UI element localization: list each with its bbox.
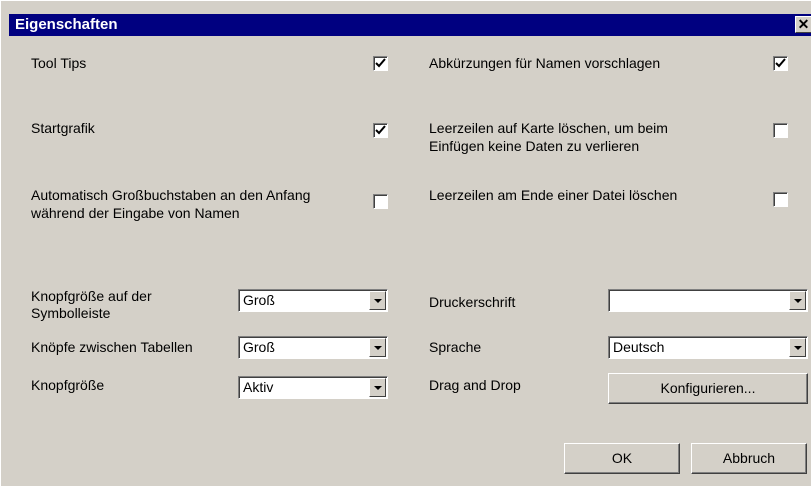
tool-tips-checkbox[interactable] — [373, 56, 388, 71]
knopfgroesse-symbolleiste-label-line1: Knopfgröße auf der — [31, 288, 152, 304]
leerzeilen-karte-label-line2: Einfügen keine Daten zu verlieren — [429, 138, 640, 154]
abbrev-checkbox[interactable] — [773, 56, 788, 71]
knopfgroesse-label: Knopfgröße — [31, 377, 105, 393]
abbrev-label: Abkürzungen für Namen vorschlagen — [429, 55, 661, 71]
druckerschrift-select[interactable] — [608, 289, 808, 312]
select-value: Deutsch — [613, 339, 665, 355]
close-button[interactable]: ✕ — [795, 16, 811, 33]
auto-caps-label-line2: während der Eingabe von Namen — [31, 205, 240, 221]
konfigurieren-label: Konfigurieren... — [660, 380, 756, 396]
sprache-label: Sprache — [429, 339, 482, 355]
title-bar: Eigenschaften ✕ — [9, 14, 811, 36]
sprache-select[interactable]: Deutsch — [608, 336, 808, 359]
leerzeilen-karte-checkbox[interactable] — [773, 123, 788, 138]
checkmark-icon — [775, 58, 786, 68]
drag-drop-label: Drag and Drop — [429, 377, 521, 393]
knopfgroesse-symbolleiste-label-line2: Symbolleiste — [31, 305, 111, 321]
cancel-button[interactable]: Abbruch — [691, 443, 807, 474]
checkmark-icon — [375, 58, 386, 68]
close-icon: ✕ — [797, 16, 810, 32]
select-value: Aktiv — [243, 379, 274, 395]
startgrafik-checkbox[interactable] — [373, 123, 388, 138]
auto-caps-checkbox[interactable] — [373, 194, 388, 209]
leerzeilen-karte-label-line1: Leerzeilen auf Karte löschen, um beim — [429, 120, 668, 136]
knoepfe-tabellen-label: Knöpfe zwischen Tabellen — [31, 339, 193, 355]
knoepfe-tabellen-select[interactable]: Groß — [238, 336, 388, 359]
tool-tips-label: Tool Tips — [31, 55, 87, 71]
dialog-title: Eigenschaften — [15, 16, 118, 33]
dropdown-arrow-icon[interactable] — [789, 291, 806, 310]
knopfgroesse-symbolleiste-select[interactable]: Groß — [238, 289, 388, 312]
startgrafik-label: Startgrafik — [31, 120, 95, 136]
select-value: Groß — [243, 339, 275, 355]
select-value: Groß — [243, 292, 275, 308]
dropdown-arrow-icon[interactable] — [369, 338, 386, 357]
cancel-label: Abbruch — [722, 450, 776, 466]
checkmark-icon — [375, 125, 386, 135]
dropdown-arrow-icon[interactable] — [789, 338, 806, 357]
properties-dialog: Eigenschaften ✕ Tool Tips Startgrafik Au… — [0, 0, 811, 486]
druckerschrift-label: Druckerschrift — [429, 294, 516, 310]
knopfgroesse-select[interactable]: Aktiv — [238, 376, 388, 399]
leerzeilen-ende-label: Leerzeilen am Ende einer Datei löschen — [429, 187, 678, 203]
auto-caps-label-line1: Automatisch Großbuchstaben an den Anfang — [31, 187, 311, 203]
leerzeilen-ende-checkbox[interactable] — [773, 192, 788, 207]
konfigurieren-button[interactable]: Konfigurieren... — [608, 373, 808, 404]
dropdown-arrow-icon[interactable] — [369, 291, 386, 310]
ok-label: OK — [611, 450, 633, 466]
ok-button[interactable]: OK — [564, 443, 680, 474]
dropdown-arrow-icon[interactable] — [369, 378, 386, 397]
